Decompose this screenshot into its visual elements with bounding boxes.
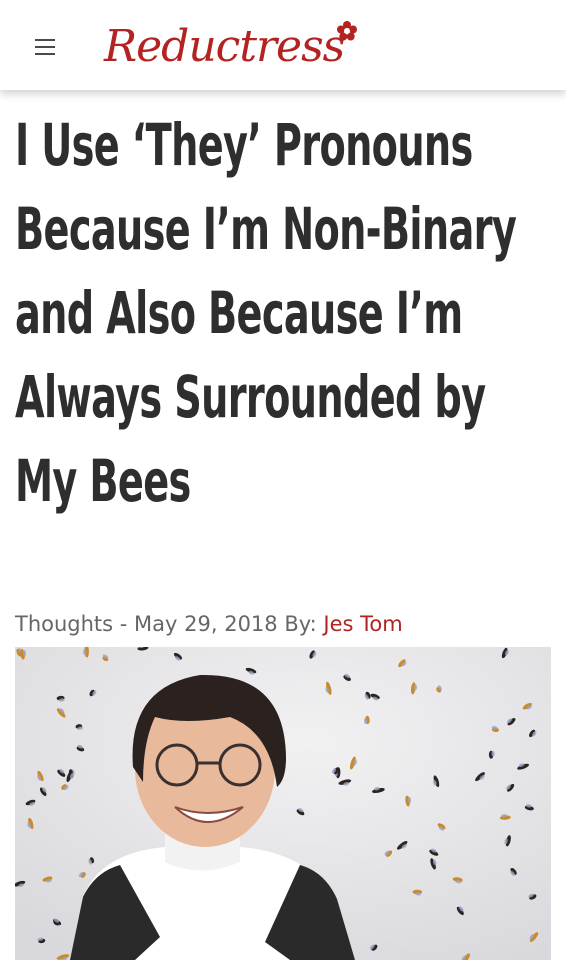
site-logo[interactable]: Reductress <box>104 8 358 84</box>
site-header: Reductress <box>0 0 566 90</box>
article-author-link[interactable]: Jes Tom <box>323 612 402 636</box>
article-title: I Use ‘They’ Pronouns Because I’m Non-Bi… <box>15 111 517 515</box>
article-meta: Thoughts - May 29, 2018 By: Jes Tom <box>15 612 403 636</box>
hamburger-menu-icon[interactable] <box>35 39 55 55</box>
person-with-bees-photo <box>15 647 551 960</box>
article-category[interactable]: Thoughts <box>15 612 113 636</box>
article-date: May 29, 2018 <box>134 612 278 636</box>
meta-separator: - <box>113 612 135 636</box>
article-hero-image <box>15 647 551 960</box>
logo-text: Reductress <box>104 20 345 72</box>
by-label: By: <box>277 612 324 636</box>
flower-icon <box>337 21 358 41</box>
